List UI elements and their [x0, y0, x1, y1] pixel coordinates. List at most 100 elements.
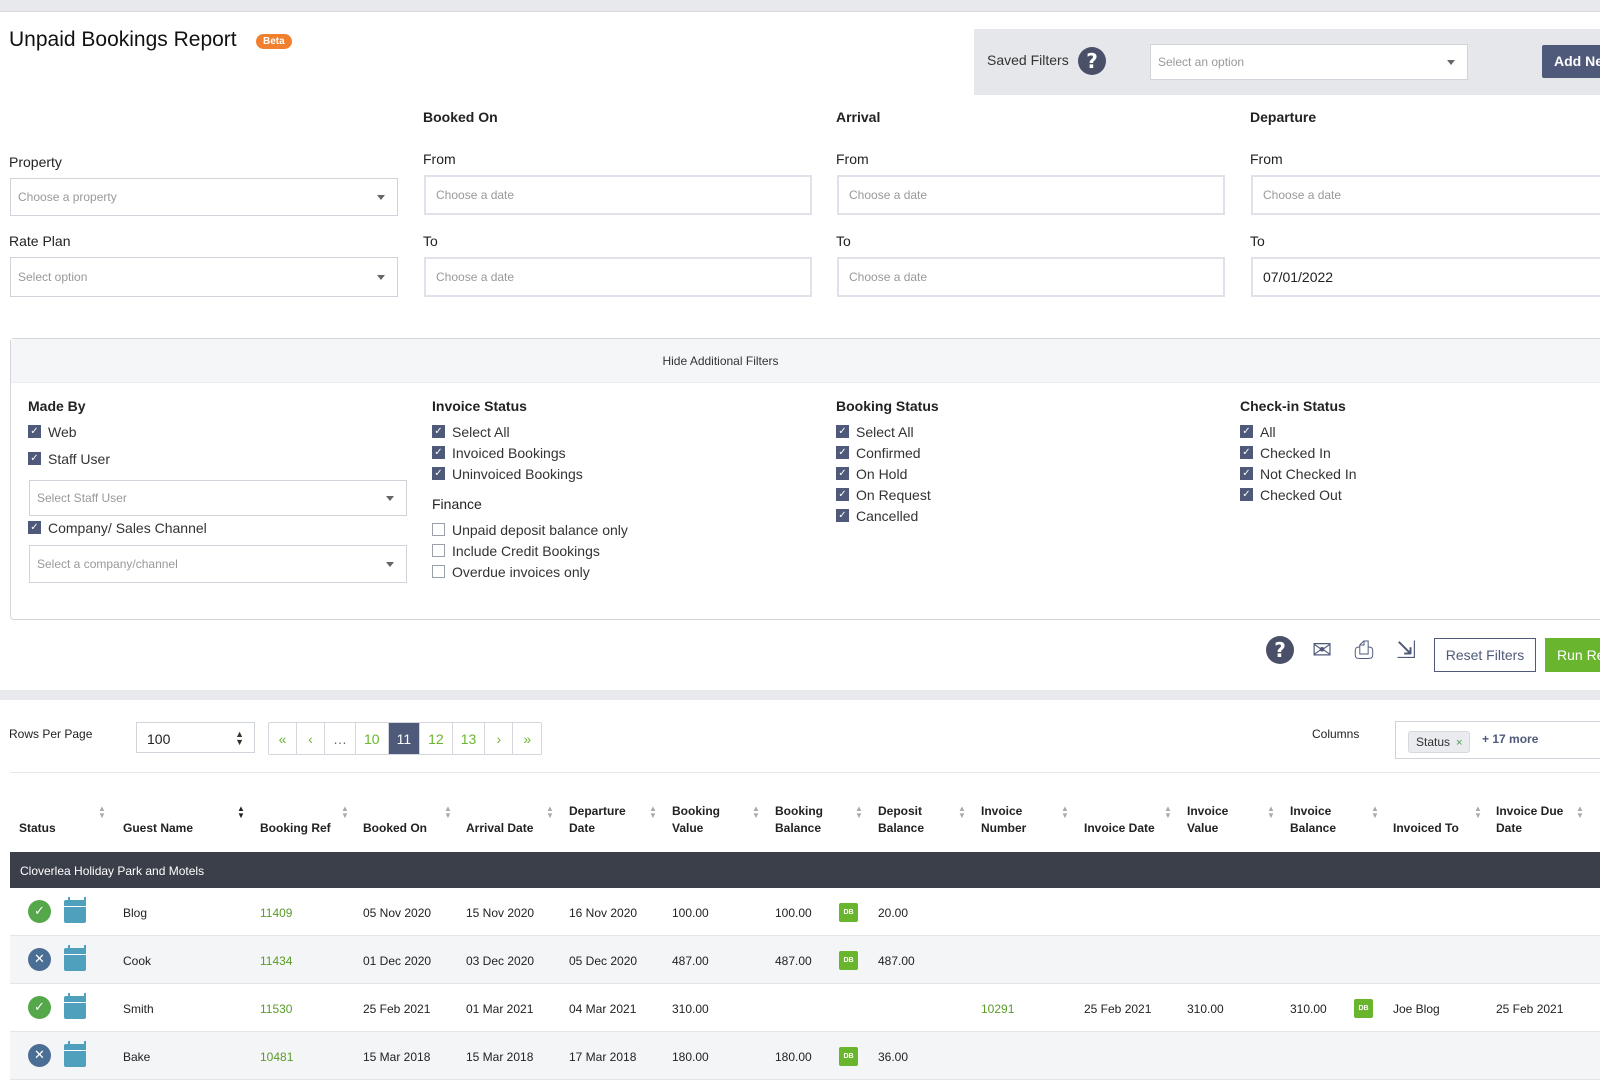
run-report-button[interactable]: Run Re — [1545, 638, 1600, 672]
hide-additional-filters-toggle[interactable]: Hide Additional Filters — [11, 339, 1600, 383]
table-row[interactable]: ✓ Blog 11409 05 Nov 2020 15 Nov 2020 16 … — [10, 888, 1600, 936]
departure-date: 16 Nov 2020 — [569, 906, 638, 920]
up-down-icon: ▲ ▼ — [235, 729, 244, 747]
page-next[interactable]: › — [485, 723, 514, 754]
saved-filters-panel: Saved Filters ? Select an option — [974, 29, 1600, 95]
page-last[interactable]: » — [513, 723, 542, 754]
header-booking-value[interactable]: Booking Value — [672, 803, 732, 837]
table-row[interactable]: ✕ Cook 11434 01 Dec 2020 03 Dec 2020 05 … — [10, 936, 1600, 984]
sort-icon[interactable]: ▲ ▼ — [958, 805, 966, 820]
company-select[interactable]: Select a company/channel — [29, 545, 407, 583]
export-icon[interactable]: ⇲ — [1392, 636, 1420, 664]
sort-icon[interactable]: ▲ ▼ — [1267, 805, 1275, 820]
header-invoice-due-date[interactable]: Invoice Due Date — [1496, 803, 1568, 837]
arrival-to-input[interactable]: Choose a date — [837, 257, 1225, 297]
invoice-number-link[interactable]: 10291 — [981, 1002, 1014, 1016]
web-checkbox[interactable]: ✓ Web — [28, 421, 110, 442]
table-row[interactable]: ✓ Smith 11530 25 Feb 2021 01 Mar 2021 04… — [10, 984, 1600, 1032]
close-icon[interactable]: × — [1456, 737, 1462, 749]
invoiced-bookings-checkbox[interactable]: ✓ Invoiced Bookings — [432, 442, 628, 463]
calendar-icon[interactable] — [64, 945, 86, 971]
reset-filters-button[interactable]: Reset Filters — [1434, 638, 1536, 672]
rows-per-page-select[interactable]: 100 ▲ ▼ — [136, 722, 255, 753]
sort-icon[interactable]: ▲ ▼ — [341, 805, 349, 820]
header-guest-name[interactable]: Guest Name — [123, 820, 193, 837]
on-hold-checkbox[interactable]: ✓ On Hold — [836, 463, 939, 484]
sort-icon[interactable]: ▲ ▼ — [1164, 805, 1172, 820]
uninvoiced-bookings-checkbox[interactable]: ✓ Uninvoiced Bookings — [432, 463, 628, 484]
page-13[interactable]: 13 — [452, 723, 486, 754]
company-checkbox[interactable]: ✓ Company/ Sales Channel — [28, 517, 207, 538]
overdue-invoices-checkbox[interactable]: Overdue invoices only — [432, 561, 628, 582]
sort-icon[interactable]: ▲ ▼ — [752, 805, 760, 820]
sort-icon[interactable]: ▲ ▼ — [1371, 805, 1379, 820]
header-booking-ref[interactable]: Booking Ref — [260, 820, 331, 837]
cancelled-checkbox[interactable]: ✓ Cancelled — [836, 505, 939, 526]
columns-select[interactable]: Status × + 17 more — [1395, 721, 1600, 759]
table-row[interactable]: ✕ Bake 10481 15 Mar 2018 15 Mar 2018 17 … — [10, 1032, 1600, 1080]
invoice-select-all-checkbox[interactable]: ✓ Select All — [432, 421, 628, 442]
header-status[interactable]: Status — [19, 820, 56, 837]
booking-select-all-checkbox[interactable]: ✓ Select All — [836, 421, 939, 442]
sort-icon[interactable]: ▲ ▼ — [855, 805, 863, 820]
confirmed-checkbox[interactable]: ✓ Confirmed — [836, 442, 939, 463]
more-columns-link[interactable]: + 17 more — [1482, 732, 1538, 746]
page-first[interactable]: « — [269, 723, 297, 754]
sort-icon[interactable]: ▲ ▼ — [98, 805, 106, 820]
booking-ref-link[interactable]: 11434 — [260, 954, 292, 968]
sort-icon[interactable]: ▲ ▼ — [237, 805, 245, 820]
sort-icon[interactable]: ▲ ▼ — [444, 805, 452, 820]
header-invoice-value[interactable]: Invoice Value — [1187, 803, 1247, 837]
rate-plan-select[interactable]: Select option — [10, 257, 398, 297]
calendar-icon[interactable] — [64, 993, 86, 1019]
property-select[interactable]: Choose a property — [10, 178, 398, 216]
add-new-button[interactable]: Add Ne — [1542, 45, 1600, 78]
include-credit-checkbox[interactable]: Include Credit Bookings — [432, 540, 628, 561]
sort-icon[interactable]: ▲ ▼ — [649, 805, 657, 820]
sort-icon[interactable]: ▲ ▼ — [546, 805, 554, 820]
email-icon[interactable]: ✉ — [1308, 636, 1336, 664]
page-12[interactable]: 12 — [420, 723, 453, 754]
help-icon[interactable]: ? — [1078, 47, 1106, 75]
saved-filters-select[interactable]: Select an option — [1150, 44, 1468, 80]
booking-ref-link[interactable]: 11530 — [260, 1002, 292, 1016]
unpaid-deposit-checkbox[interactable]: Unpaid deposit balance only — [432, 519, 628, 540]
departure-to-input[interactable]: 07/01/2022 — [1251, 257, 1600, 297]
header-booked-on[interactable]: Booked On — [363, 820, 427, 837]
header-invoice-date[interactable]: Invoice Date — [1084, 820, 1155, 837]
booking-value: 487.00 — [672, 954, 709, 968]
on-request-checkbox[interactable]: ✓ On Request — [836, 484, 939, 505]
page-prev[interactable]: ‹ — [297, 723, 325, 754]
header-invoiced-to[interactable]: Invoiced To — [1393, 820, 1459, 837]
sort-icon[interactable]: ▲ ▼ — [1474, 805, 1482, 820]
header-invoice-number[interactable]: Invoice Number — [981, 803, 1041, 837]
header-arrival-date[interactable]: Arrival Date — [466, 820, 533, 837]
booking-ref-link[interactable]: 11409 — [260, 906, 292, 920]
checkin-all-checkbox[interactable]: ✓ All — [1240, 421, 1357, 442]
sort-icon[interactable]: ▲ ▼ — [1576, 805, 1584, 820]
staff-user-select[interactable]: Select Staff User — [29, 480, 407, 516]
header-booking-balance[interactable]: Booking Balance — [775, 803, 837, 837]
page-11[interactable]: 11 — [388, 723, 421, 754]
calendar-icon[interactable] — [64, 1041, 86, 1067]
booked-from-input[interactable]: Choose a date — [424, 175, 812, 215]
header-invoice-balance[interactable]: Invoice Balance — [1290, 803, 1350, 837]
checked-out-checkbox[interactable]: ✓ Checked Out — [1240, 484, 1357, 505]
header-deposit-balance[interactable]: Deposit Balance — [878, 803, 938, 837]
arrival-from-input[interactable]: Choose a date — [837, 175, 1225, 215]
booking-ref-link[interactable]: 10481 — [260, 1050, 293, 1064]
saved-filters-placeholder: Select an option — [1158, 55, 1245, 69]
departure-from-input[interactable]: Choose a date — [1251, 175, 1600, 215]
not-checked-in-checkbox[interactable]: ✓ Not Checked In — [1240, 463, 1357, 484]
booked-to-input[interactable]: Choose a date — [424, 257, 812, 297]
checked-in-checkbox[interactable]: ✓ Checked In — [1240, 442, 1357, 463]
calendar-icon[interactable] — [64, 897, 86, 923]
sort-icon[interactable]: ▲ ▼ — [1061, 805, 1069, 820]
departure-to-label: To — [1250, 233, 1265, 249]
help-icon[interactable]: ? — [1266, 636, 1294, 664]
print-icon[interactable]: ⎙ — [1350, 636, 1378, 664]
header-departure-date[interactable]: Departure Date — [569, 803, 639, 837]
date-placeholder: Choose a date — [436, 270, 515, 284]
staff-user-checkbox[interactable]: ✓ Staff User — [28, 448, 110, 469]
page-10[interactable]: 10 — [356, 723, 389, 754]
